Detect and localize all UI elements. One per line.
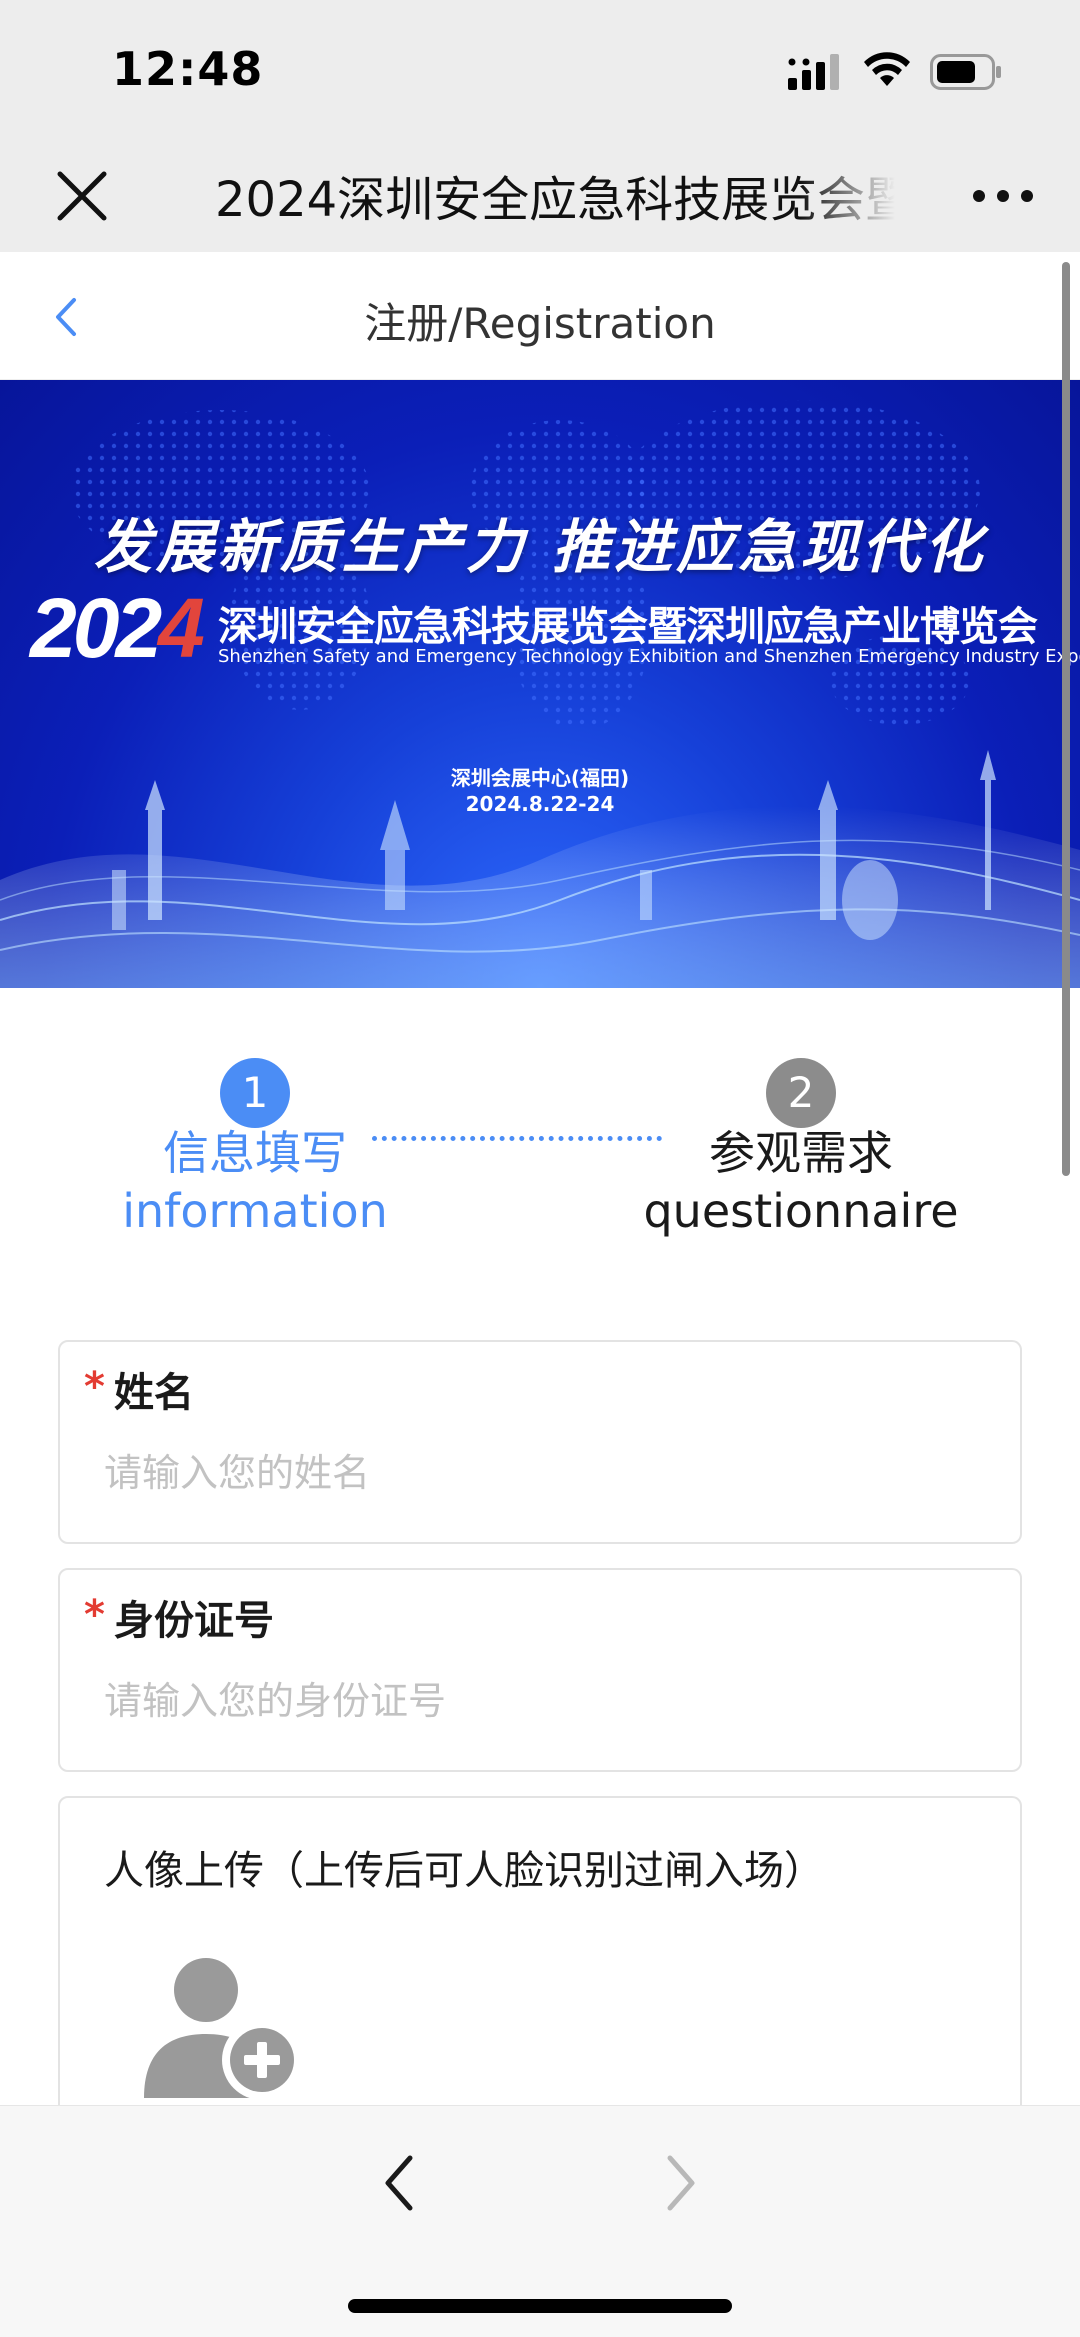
status-time: 12:48 (112, 42, 264, 96)
page-header: 注册/Registration (0, 252, 1080, 380)
banner-title-cn: 深圳安全应急科技展览会暨深圳应急产业博览会 (218, 604, 1038, 650)
photo-upload-label: 人像上传（上传后可人脸识别过闸入场） (104, 1848, 824, 1894)
name-label: 姓名 (114, 1370, 194, 1416)
step-1-number: 1 (220, 1058, 290, 1128)
banner-background (0, 400, 1080, 988)
registration-page: 注册/Registration 发展新质生产力 推进应急现代化 2024 深圳安… (0, 252, 1080, 2105)
banner-title-en: Shenzhen Safety and Emergency Technology… (218, 646, 1080, 667)
id-number-label: 身份证号 (114, 1598, 274, 1644)
expo-banner: 发展新质生产力 推进应急现代化 2024 深圳安全应急科技展览会暨深圳应急产业博… (0, 380, 1080, 988)
name-input[interactable] (104, 1438, 984, 1508)
id-number-input[interactable] (104, 1666, 984, 1736)
name-field: * 姓名 (58, 1340, 1022, 1544)
browser-page-title: 2024深圳安全应急科技展览会暨深圳应急产业博览会 (215, 172, 895, 228)
home-indicator[interactable] (348, 2299, 732, 2313)
step-indicator: 1 信息填写 information 2 参观需求 questionnaire (0, 988, 1080, 1278)
banner-dates: 2024.8.22-24 (465, 792, 615, 816)
banner-year: 2024 (30, 581, 205, 675)
step-connector (372, 1136, 662, 1141)
nav-forward-icon[interactable] (652, 2148, 708, 2218)
banner-slogan: 发展新质生产力 推进应急现代化 (93, 513, 987, 581)
browser-title-bar: 2024深圳安全应急科技展览会暨深圳应急产业博览会 (0, 140, 1080, 252)
nav-back-icon[interactable] (372, 2148, 428, 2218)
cellular-signal-icon (788, 54, 839, 90)
page-title: 注册/Registration (364, 299, 716, 348)
step-2-label: 参观需求 questionnaire (643, 1126, 959, 1238)
battery-icon (930, 54, 1001, 90)
step-2-number: 2 (766, 1058, 836, 1128)
required-mark: * (84, 1364, 105, 1410)
photo-upload-field: 人像上传（上传后可人脸识别过闸入场） (58, 1796, 1022, 2105)
banner-venue: 深圳会展中心(福田) (450, 766, 630, 790)
add-person-icon[interactable] (138, 1948, 308, 2105)
id-number-field: * 身份证号 (58, 1568, 1022, 1772)
scrollbar[interactable] (1062, 262, 1070, 1176)
more-options-icon[interactable] (970, 166, 1036, 226)
close-icon[interactable] (52, 166, 112, 226)
step-1-label: 信息填写 information (122, 1126, 388, 1238)
wifi-icon (864, 52, 910, 86)
required-mark: * (84, 1592, 105, 1638)
status-bar: 12:48 (0, 0, 1080, 140)
